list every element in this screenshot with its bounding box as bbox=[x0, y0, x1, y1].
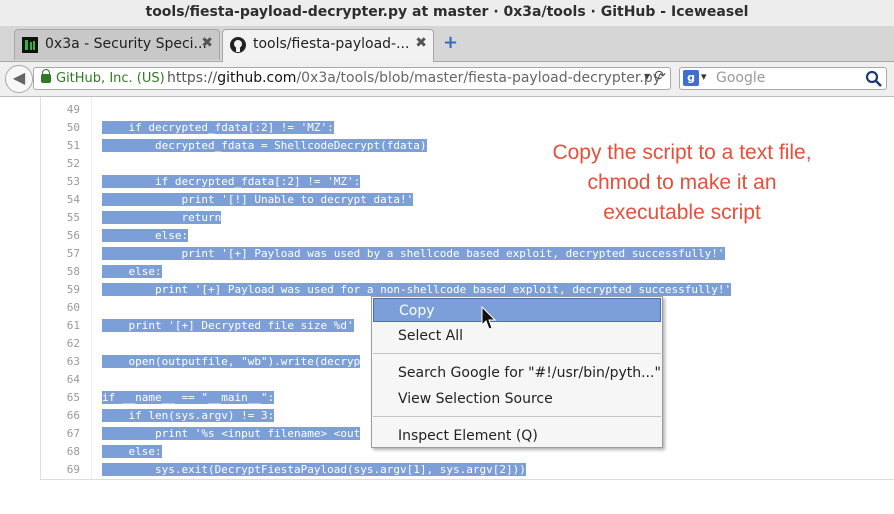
url-scheme: https:// bbox=[167, 70, 218, 86]
annotation-line-1: Copy the script to a text file, bbox=[552, 141, 812, 164]
site-identity-button[interactable]: GitHub, Inc. (US) bbox=[34, 68, 165, 89]
selected-code-text: sys.exit(DecryptFiestaPayload(sys.argv[1… bbox=[102, 463, 526, 476]
terminal-favicon-icon bbox=[22, 37, 38, 53]
code-line[interactable]: else: bbox=[102, 229, 189, 243]
lock-icon bbox=[41, 69, 51, 83]
line-number: 64 bbox=[66, 373, 80, 386]
context-menu-view-selection-source[interactable]: View Selection Source bbox=[373, 387, 661, 411]
code-line[interactable]: if __name__ == "__main__": bbox=[102, 391, 275, 405]
line-number: 57 bbox=[66, 247, 80, 260]
search-engine-dropdown-chevron-icon[interactable]: ▾ bbox=[701, 70, 707, 83]
line-number: 54 bbox=[66, 193, 80, 206]
line-number: 65 bbox=[66, 391, 80, 404]
line-number: 63 bbox=[66, 355, 80, 368]
site-identity-label: GitHub, Inc. (US) bbox=[56, 71, 165, 86]
tab-0x3a[interactable]: 0x3a - Security Speci... ✖ bbox=[14, 29, 220, 60]
tab-strip: 0x3a - Security Speci... ✖ tools/fiesta-… bbox=[0, 26, 894, 62]
navigation-toolbar: ◀ GitHub, Inc. (US) https://github.com/0… bbox=[0, 62, 894, 97]
context-menu: Copy Select All Search Google for "#!/us… bbox=[371, 296, 663, 448]
line-number: 49 bbox=[66, 103, 80, 116]
code-line[interactable]: print '[+] Decrypted file size %d' bbox=[102, 319, 354, 333]
line-number: 69 bbox=[66, 463, 80, 476]
selected-code-text: print '%s <input filename> <out bbox=[102, 427, 361, 440]
selected-code-text: if decrypted_fdata[:2] != 'MZ': bbox=[102, 121, 334, 134]
selected-code-text: return bbox=[102, 211, 222, 224]
search-bar[interactable]: g ▾ Google bbox=[679, 67, 887, 90]
context-menu-search-google[interactable]: Search Google for "#!/usr/bin/pyth..." bbox=[373, 361, 661, 385]
code-line[interactable]: if decrypted_fdata[:2] != 'MZ': bbox=[102, 175, 361, 189]
menu-separator bbox=[373, 416, 661, 417]
selected-code-text: if decrypted_fdata[:2] != 'MZ': bbox=[102, 175, 361, 188]
tab-label: tools/fiesta-payload-... bbox=[253, 36, 410, 52]
annotation-line-3: executable script bbox=[603, 201, 761, 224]
url-path: /0x3a/tools/blob/master/fiesta-payload-d… bbox=[296, 70, 661, 86]
reload-icon[interactable]: ⟳ bbox=[654, 68, 666, 84]
search-magnifier-icon[interactable] bbox=[865, 70, 883, 87]
line-number: 58 bbox=[66, 265, 80, 278]
line-number: 55 bbox=[66, 211, 80, 224]
line-number: 50 bbox=[66, 121, 80, 134]
selected-code-text: open(outputfile, "wb").write(decryp bbox=[102, 355, 361, 368]
annotation-text: Copy the script to a text file, chmod to… bbox=[517, 138, 847, 228]
code-line[interactable]: else: bbox=[102, 445, 162, 459]
selected-code-text: print '[+] Payload was used for a non-sh… bbox=[102, 283, 732, 296]
tab-github-file[interactable]: tools/fiesta-payload-... ✖ bbox=[222, 29, 434, 62]
code-line[interactable]: if len(sys.argv) != 3: bbox=[102, 409, 275, 423]
selected-code-text: else: bbox=[102, 265, 162, 278]
google-search-engine-icon[interactable]: g bbox=[683, 70, 699, 86]
url-dropdown-chevron-icon[interactable]: ▾ bbox=[644, 69, 650, 83]
url-host: github.com bbox=[217, 70, 297, 86]
selected-code-text: print '[+] Decrypted file size %d' bbox=[102, 319, 354, 332]
tab-close-icon[interactable]: ✖ bbox=[201, 35, 213, 51]
code-line[interactable]: print '[+] Payload was used for a non-sh… bbox=[102, 283, 732, 297]
context-menu-select-all[interactable]: Select All bbox=[373, 324, 661, 348]
line-number: 66 bbox=[66, 409, 80, 422]
menu-separator bbox=[373, 353, 661, 354]
selected-code-text: print '[!] Unable to decrypt data!' bbox=[102, 193, 414, 206]
line-number: 62 bbox=[66, 337, 80, 350]
window-title: tools/fiesta-payload-decrypter.py at mas… bbox=[0, 0, 894, 26]
back-arrow-icon[interactable]: ◀ bbox=[5, 65, 33, 93]
selected-code-text: if __name__ == "__main__": bbox=[102, 391, 275, 404]
code-line[interactable]: sys.exit(DecryptFiestaPayload(sys.argv[1… bbox=[102, 463, 526, 477]
line-number: 60 bbox=[66, 301, 80, 314]
line-number: 53 bbox=[66, 175, 80, 188]
code-line[interactable]: print '[!] Unable to decrypt data!' bbox=[102, 193, 414, 207]
tab-close-icon[interactable]: ✖ bbox=[415, 35, 427, 51]
code-line[interactable]: print '%s <input filename> <out bbox=[102, 427, 361, 441]
line-number: 51 bbox=[66, 139, 80, 152]
code-line[interactable]: print '[+] Payload was used by a shellco… bbox=[102, 247, 725, 261]
selected-code-text: decrypted_fdata = ShellcodeDecrypt(fdata… bbox=[102, 139, 427, 152]
context-menu-copy[interactable]: Copy bbox=[373, 298, 661, 322]
search-input[interactable]: Google bbox=[716, 70, 765, 86]
code-line[interactable]: if decrypted_fdata[:2] != 'MZ': bbox=[102, 121, 334, 135]
selected-code-text: print '[+] Payload was used by a shellco… bbox=[102, 247, 725, 260]
code-line[interactable]: return bbox=[102, 211, 222, 225]
line-number: 61 bbox=[66, 319, 80, 332]
url-bar[interactable]: GitHub, Inc. (US) https://github.com/0x3… bbox=[33, 67, 671, 90]
tab-label: 0x3a - Security Speci... bbox=[45, 36, 207, 52]
annotation-line-2: chmod to make it an bbox=[587, 171, 777, 194]
selected-code-text: else: bbox=[102, 445, 162, 458]
mouse-pointer-icon bbox=[481, 306, 497, 330]
new-tab-plus-icon[interactable]: + bbox=[443, 32, 458, 53]
line-number: 52 bbox=[66, 157, 80, 170]
selected-code-text: if len(sys.argv) != 3: bbox=[102, 409, 275, 422]
url-text[interactable]: https://github.com/0x3a/tools/blob/maste… bbox=[167, 68, 661, 89]
github-octocat-icon bbox=[230, 37, 246, 53]
line-number: 56 bbox=[66, 229, 80, 242]
line-number: 67 bbox=[66, 427, 80, 440]
code-line[interactable]: decrypted_fdata = ShellcodeDecrypt(fdata… bbox=[102, 139, 427, 153]
line-number: 68 bbox=[66, 445, 80, 458]
context-menu-inspect-element[interactable]: Inspect Element (Q) bbox=[373, 424, 661, 448]
line-number: 59 bbox=[66, 283, 80, 296]
code-line[interactable]: else: bbox=[102, 265, 162, 279]
selected-code-text: else: bbox=[102, 229, 189, 242]
code-line[interactable]: open(outputfile, "wb").write(decryp bbox=[102, 355, 361, 369]
